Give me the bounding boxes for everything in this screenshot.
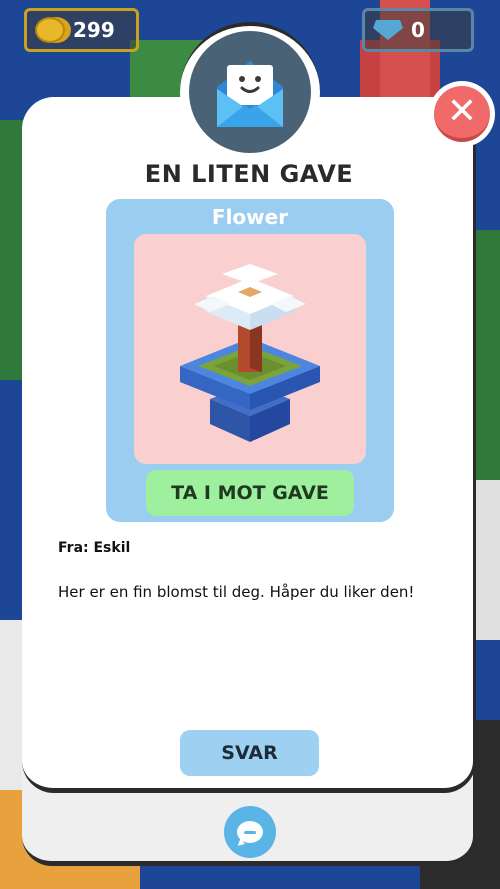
gift-card: Flower TA I MOT GAVE: [106, 199, 394, 522]
coin-count: 299: [73, 18, 115, 42]
envelope-smile-icon: [189, 31, 311, 153]
coin-counter: 299: [24, 8, 139, 52]
gem-count: 0: [411, 18, 425, 42]
dialog-title: EN LITEN GAVE: [144, 160, 354, 188]
chat-bubble-icon: [237, 821, 263, 843]
gem-counter: 0: [362, 8, 474, 52]
close-icon: ✕: [434, 86, 490, 142]
accept-gift-button[interactable]: TA I MOT GAVE: [146, 470, 354, 516]
gift-image: [134, 234, 366, 464]
close-button[interactable]: ✕: [429, 81, 495, 147]
sender-label: Fra: Eskil: [58, 540, 131, 556]
gem-icon: [373, 20, 403, 40]
gift-name: Flower: [211, 205, 289, 229]
coin-stack-icon: [35, 17, 65, 43]
reply-button[interactable]: SVAR: [180, 730, 319, 776]
chat-button[interactable]: [224, 806, 276, 858]
gift-message: Her er en fin blomst til deg. Håper du l…: [58, 583, 415, 601]
